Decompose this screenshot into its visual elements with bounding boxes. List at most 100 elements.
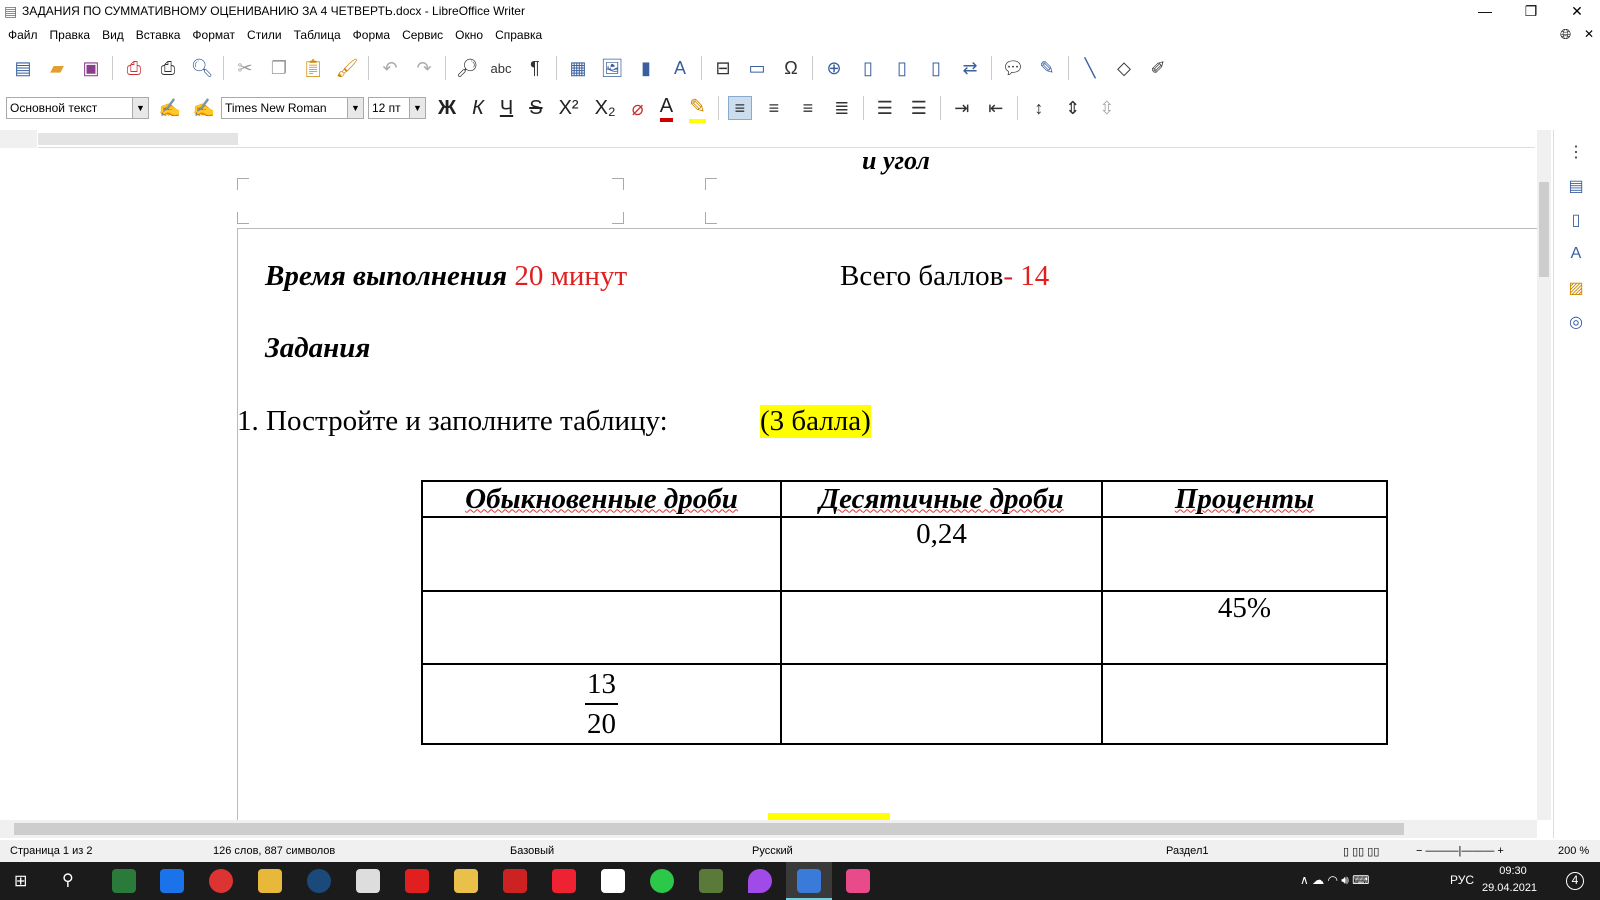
- copy-icon[interactable]: ❐: [267, 56, 291, 80]
- table-cell[interactable]: [780, 590, 1103, 665]
- horizontal-scrollbar[interactable]: [0, 820, 1537, 838]
- line-spacing-icon[interactable]: ↕: [1027, 96, 1051, 120]
- restore-button[interactable]: ❐: [1508, 0, 1554, 22]
- menu-window[interactable]: Окно: [455, 28, 483, 42]
- table-cell[interactable]: [421, 590, 782, 665]
- menu-view[interactable]: Вид: [102, 28, 124, 42]
- youtube-icon[interactable]: [405, 869, 429, 893]
- page-style[interactable]: Базовый: [510, 845, 554, 857]
- minecraft-icon[interactable]: [699, 869, 723, 893]
- spacing-decrease-icon[interactable]: ⇳: [1095, 96, 1119, 120]
- strikethrough-button[interactable]: S: [529, 97, 542, 120]
- clear-formatting-icon[interactable]: ⌀: [632, 96, 644, 121]
- font-color-button[interactable]: A: [659, 95, 674, 122]
- page-break-icon[interactable]: ⊟: [711, 56, 735, 80]
- spellcheck-icon[interactable]: abc: [489, 56, 513, 80]
- zoom-level[interactable]: 200 %: [1558, 845, 1589, 857]
- app-icon[interactable]: [112, 869, 136, 893]
- page-icon[interactable]: ▯: [1564, 208, 1588, 232]
- menu-tools[interactable]: Сервис: [402, 28, 443, 42]
- ds-icon[interactable]: [846, 869, 870, 893]
- notifications-badge[interactable]: 4: [1566, 872, 1584, 890]
- align-left-icon[interactable]: ≡: [727, 96, 752, 120]
- italic-button[interactable]: К: [472, 97, 484, 120]
- word-count[interactable]: 126 слов, 887 символов: [213, 845, 335, 857]
- paragraph-spacing-icon[interactable]: ⇕: [1061, 96, 1085, 120]
- decrease-indent-icon[interactable]: ⇤: [984, 96, 1008, 120]
- vertical-scrollbar[interactable]: [1537, 130, 1551, 820]
- export-pdf-icon[interactable]: ⎙: [122, 56, 146, 80]
- view-layout-icon[interactable]: ▯ ▯▯ ▯▯: [1343, 845, 1379, 858]
- bullet-list-icon[interactable]: ☰: [873, 96, 897, 120]
- hyperlink-icon[interactable]: ⊕: [822, 56, 846, 80]
- navigator-icon[interactable]: ◎: [1564, 310, 1588, 334]
- insert-table-icon[interactable]: ▦: [566, 56, 590, 80]
- table-cell[interactable]: 45%: [1101, 590, 1388, 665]
- undo-icon[interactable]: ↶: [378, 56, 402, 80]
- chrome-icon[interactable]: [209, 869, 233, 893]
- menu-format[interactable]: Формат: [192, 28, 235, 42]
- store-icon[interactable]: [356, 869, 380, 893]
- page-count[interactable]: Страница 1 из 2: [10, 845, 92, 857]
- subscript-button[interactable]: X₂: [595, 97, 616, 120]
- underline-button[interactable]: Ч: [500, 97, 513, 120]
- align-right-icon[interactable]: ≡: [796, 96, 820, 120]
- menu-table[interactable]: Таблица: [294, 28, 341, 42]
- open-folder-icon[interactable]: ▰: [45, 56, 69, 80]
- bookmark-icon[interactable]: ▯: [924, 56, 948, 80]
- properties-icon[interactable]: ▤: [1564, 174, 1588, 198]
- minimize-button[interactable]: —: [1462, 0, 1508, 22]
- folder-icon[interactable]: [454, 869, 478, 893]
- numbered-list-icon[interactable]: ☰: [907, 96, 931, 120]
- steam-icon[interactable]: [307, 869, 331, 893]
- increase-indent-icon[interactable]: ⇥: [950, 96, 974, 120]
- comment-icon[interactable]: 💬︎: [1001, 56, 1025, 80]
- print-preview-icon[interactable]: 🔍︎: [190, 56, 214, 80]
- menu-insert[interactable]: Вставка: [136, 28, 181, 42]
- endnote-icon[interactable]: ▯: [890, 56, 914, 80]
- cut-icon[interactable]: ✂: [233, 56, 257, 80]
- track-changes-icon[interactable]: ✎: [1035, 56, 1059, 80]
- input-language[interactable]: РУС: [1450, 873, 1474, 887]
- gallery-icon[interactable]: ▨: [1564, 276, 1588, 300]
- insert-textbox-icon[interactable]: A: [668, 56, 692, 80]
- paste-icon[interactable]: 📋︎: [301, 56, 325, 80]
- zoom-slider[interactable]: − ———|——— +: [1416, 845, 1504, 857]
- line-icon[interactable]: ╲: [1078, 56, 1102, 80]
- tray-icons[interactable]: ∧ ☁ ◠ 🔊︎ ⌨: [1300, 873, 1369, 888]
- table-cell[interactable]: [780, 663, 1103, 745]
- menu-edit[interactable]: Правка: [50, 28, 91, 42]
- table-cell[interactable]: [421, 516, 782, 592]
- edge-icon[interactable]: [160, 869, 184, 893]
- align-center-icon[interactable]: ≡: [762, 96, 786, 120]
- save-icon[interactable]: ▣: [79, 56, 103, 80]
- draw-icon[interactable]: ✐: [1146, 56, 1170, 80]
- close-button[interactable]: ✕: [1554, 0, 1600, 22]
- styles-icon[interactable]: A: [1564, 242, 1588, 266]
- whatsapp-icon[interactable]: [650, 869, 674, 893]
- more-options-icon[interactable]: ⋮: [1564, 140, 1588, 164]
- table-cell[interactable]: [1101, 516, 1388, 592]
- new-style-icon[interactable]: ✍: [192, 96, 216, 120]
- table-cell[interactable]: 0,24: [780, 516, 1103, 592]
- table-cell[interactable]: [1101, 663, 1388, 745]
- clock-time[interactable]: 09:30: [1488, 865, 1538, 877]
- insert-image-icon[interactable]: 🖼︎: [600, 56, 624, 80]
- highlight-color-icon[interactable]: ✎: [689, 94, 706, 123]
- footnote-icon[interactable]: ▯: [856, 56, 880, 80]
- language[interactable]: Русский: [752, 845, 793, 857]
- new-document-icon[interactable]: ▤: [11, 56, 35, 80]
- cross-reference-icon[interactable]: ⇄: [958, 56, 982, 80]
- start-icon[interactable]: ⊞: [14, 871, 27, 891]
- special-character-icon[interactable]: Ω: [779, 56, 803, 80]
- bold-button[interactable]: Ж: [438, 97, 456, 120]
- menu-file[interactable]: Файл: [8, 28, 38, 42]
- formatting-marks-icon[interactable]: ¶: [523, 56, 547, 80]
- print-icon[interactable]: ⎙: [156, 56, 180, 80]
- horizontal-ruler[interactable]: [38, 130, 1535, 148]
- search-icon[interactable]: ⚲: [62, 870, 74, 890]
- document-icon[interactable]: [601, 869, 625, 893]
- shapes-icon[interactable]: ◇: [1112, 56, 1136, 80]
- close-document-button[interactable]: ✕: [1584, 27, 1594, 41]
- globe-icon[interactable]: 🌐︎: [1560, 26, 1571, 43]
